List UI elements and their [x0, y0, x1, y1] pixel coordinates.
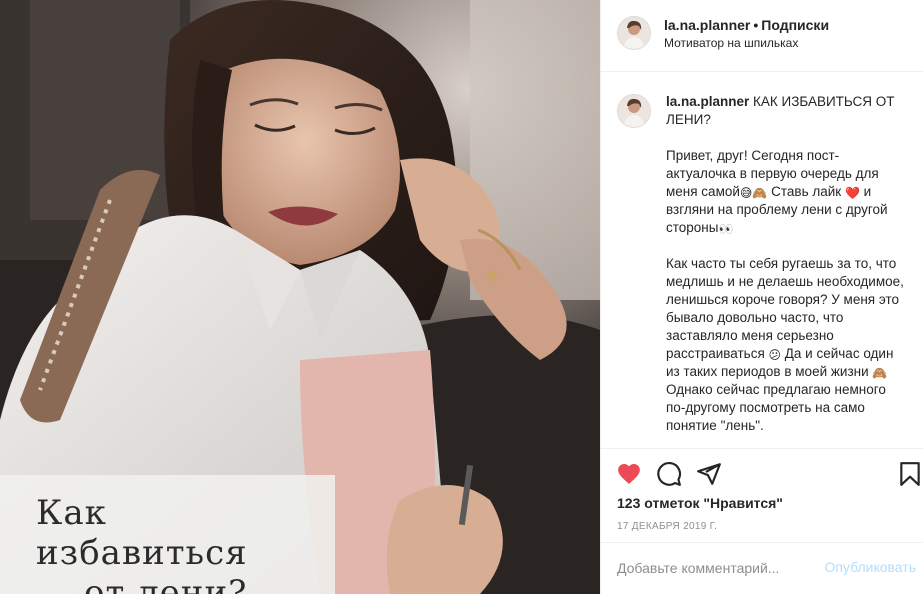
author-avatar[interactable]	[617, 16, 651, 50]
see-no-evil-monkey-emoji: 🙈	[872, 366, 888, 380]
post-caption: la.na.planner КАК ИЗБАВИТЬСЯ ОТ ЛЕНИ? Пр…	[666, 93, 906, 448]
comment-bubble-icon[interactable]	[656, 461, 682, 487]
post-header: la.na.planner • Подписки Мотиватор на шпил…	[601, 0, 923, 72]
publish-comment-button[interactable]: Опубликовать	[824, 559, 916, 575]
add-comment-bar: Опубликовать	[601, 542, 923, 594]
author-subtitle: Мотиватор на шпильках	[664, 36, 799, 50]
caption-paragraph-2: Как часто ты себя ругаешь за то, что мед…	[666, 255, 906, 435]
paper-plane-icon[interactable]	[696, 461, 722, 487]
confused-face-emoji: 😕	[768, 348, 782, 362]
eyes-emoji: 👀	[718, 222, 734, 236]
red-heart-emoji: ❤️	[844, 186, 860, 200]
author-username-link[interactable]: la.na.planner	[664, 17, 750, 33]
instagram-post: Как избавиться от лени? la.na.planner • По…	[0, 0, 923, 594]
header-user-line: la.na.planner • Подписки	[664, 17, 829, 33]
post-photo[interactable]: Как избавиться от лени?	[0, 0, 600, 594]
caption-username-link[interactable]: la.na.planner	[666, 94, 749, 109]
bookmark-icon[interactable]	[897, 461, 923, 487]
following-button[interactable]: Подписки	[761, 17, 829, 33]
caption-text: Однако сейчас предлагаю немного по-друго…	[666, 382, 886, 433]
caption-paragraph-1: Привет, друг! Сегодня пост-актуалочка в …	[666, 147, 906, 237]
post-side-panel: la.na.planner • Подписки Мотиватор на шпил…	[600, 0, 923, 594]
heart-filled-icon[interactable]	[616, 461, 642, 487]
comment-input[interactable]	[617, 557, 817, 579]
likes-count[interactable]: 123 отметок "Нравится"	[617, 495, 783, 511]
caption-text: Ставь лайк	[767, 184, 845, 199]
caption-title-line: la.na.planner КАК ИЗБАВИТЬСЯ ОТ ЛЕНИ?	[666, 93, 906, 129]
caption-author-avatar[interactable]	[617, 94, 651, 128]
grin-and-monkey-emoji: 😅🙈	[739, 186, 768, 200]
post-actions: 123 отметок "Нравится" 17 ДЕКАБРЯ 2019 Г…	[601, 448, 923, 542]
photo-title-line-1: Как избавиться	[36, 493, 248, 573]
avatar-image	[618, 95, 650, 127]
avatar-image	[618, 17, 650, 49]
photo-title-text: Как избавиться от лени?	[36, 493, 326, 594]
comments-area[interactable]: la.na.planner КАК ИЗБАВИТЬСЯ ОТ ЛЕНИ? Пр…	[601, 72, 923, 448]
post-date[interactable]: 17 ДЕКАБРЯ 2019 Г.	[617, 521, 717, 532]
photo-title-line-2: от лени?	[84, 573, 248, 594]
header-separator: •	[753, 17, 759, 33]
